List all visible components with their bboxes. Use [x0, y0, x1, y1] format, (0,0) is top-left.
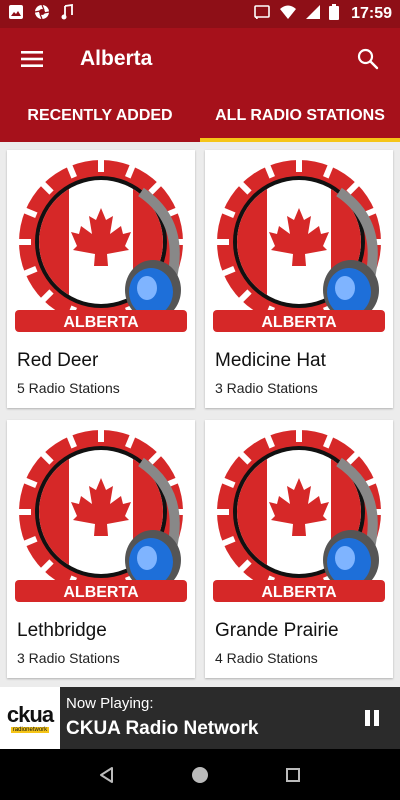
back-icon[interactable]	[87, 755, 127, 795]
city-card-red-deer[interactable]: ALBERTA Red Deer 5 Radio Stations	[7, 150, 195, 408]
search-icon[interactable]	[336, 28, 400, 90]
camera-aperture-icon	[34, 4, 50, 25]
alberta-banner: ALBERTA	[261, 314, 337, 331]
now-playing-bar[interactable]: ckua radionetwork Now Playing: CKUA Radi…	[0, 687, 400, 749]
app-bar: Alberta	[0, 28, 400, 90]
tab-all-radio-stations[interactable]: ALL RADIO STATIONS	[200, 90, 400, 142]
station-count: 3 Radio Stations	[17, 650, 120, 666]
station-logo: ckua radionetwork	[0, 687, 60, 749]
system-nav-bar	[0, 749, 400, 800]
alberta-banner: ALBERTA	[63, 584, 139, 601]
status-bar: 17:59	[0, 0, 400, 28]
battery-icon	[329, 3, 340, 25]
signal-icon	[305, 4, 321, 25]
alberta-banner: ALBERTA	[261, 584, 337, 601]
status-time: 17:59	[351, 5, 392, 22]
now-playing-label: Now Playing:	[66, 695, 154, 712]
station-logo-text: ckua	[6, 701, 54, 727]
alberta-radio-logo: ALBERTA	[15, 158, 187, 332]
city-name: Medicine Hat	[215, 350, 326, 371]
tab-recently-added[interactable]: RECENTLY ADDED	[0, 90, 200, 142]
city-card-lethbridge[interactable]: ALBERTA Lethbridge 3 Radio Stations	[7, 420, 195, 678]
page-title: Alberta	[80, 47, 153, 70]
tab-bar: RECENTLY ADDED ALL RADIO STATIONS	[0, 90, 400, 142]
station-grid: ALBERTA Red Deer 5 Radio Stations ALBERT…	[0, 142, 400, 687]
city-name: Grande Prairie	[215, 620, 339, 641]
home-icon[interactable]	[180, 755, 220, 795]
hamburger-menu-icon[interactable]	[0, 28, 64, 90]
cast-icon	[253, 4, 271, 25]
station-count: 3 Radio Stations	[215, 380, 318, 396]
now-playing-station: CKUA Radio Network	[66, 718, 259, 739]
city-name: Lethbridge	[17, 620, 107, 641]
alberta-radio-logo: ALBERTA	[213, 428, 385, 602]
city-card-grande-prairie[interactable]: ALBERTA Grande Prairie 4 Radio Stations	[205, 420, 393, 678]
city-card-medicine-hat[interactable]: ALBERTA Medicine Hat 3 Radio Stations	[205, 150, 393, 408]
station-count: 4 Radio Stations	[215, 650, 318, 666]
wifi-icon	[279, 4, 297, 25]
recents-icon[interactable]	[273, 755, 313, 795]
image-icon	[8, 4, 24, 25]
station-logo-subtext: radionetwork	[10, 726, 50, 733]
alberta-radio-logo: ALBERTA	[15, 428, 187, 602]
city-name: Red Deer	[17, 350, 99, 371]
alberta-banner: ALBERTA	[63, 314, 139, 331]
music-note-icon	[60, 3, 74, 25]
pause-icon[interactable]	[358, 704, 386, 732]
alberta-radio-logo: ALBERTA	[213, 158, 385, 332]
station-count: 5 Radio Stations	[17, 380, 120, 396]
